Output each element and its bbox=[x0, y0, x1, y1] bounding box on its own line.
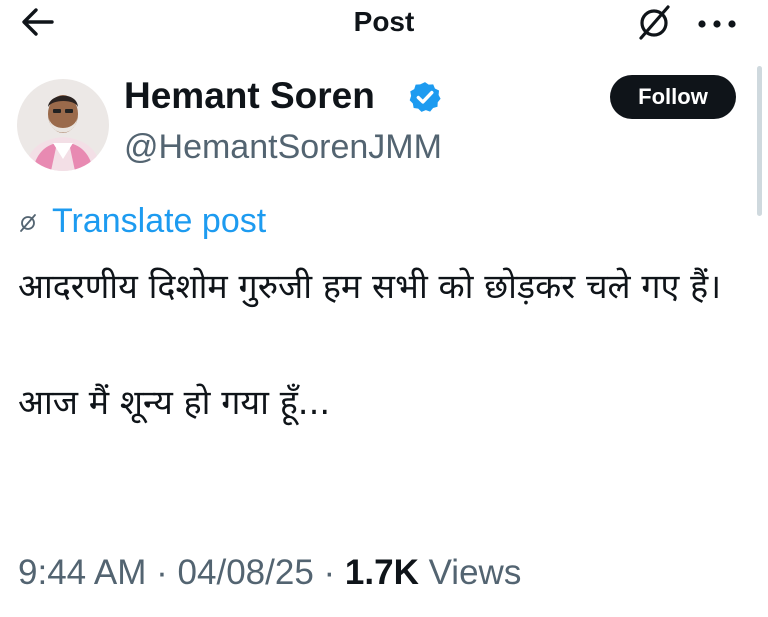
more-horizontal-icon bbox=[698, 20, 736, 28]
tweet-text: आदरणीय दिशोम गुरुजी हम सभी को छोड़कर चले… bbox=[18, 258, 753, 432]
tweet-paragraph: आज मैं शून्य हो गया हूँ... bbox=[18, 383, 331, 423]
author-handle[interactable]: @HemantSorenJMM bbox=[124, 127, 442, 167]
post-date[interactable]: 04/08/25 bbox=[178, 553, 314, 592]
author-name[interactable]: Hemant Soren bbox=[124, 74, 375, 118]
post-time[interactable]: 9:44 AM bbox=[18, 553, 146, 592]
verified-badge-icon bbox=[409, 82, 441, 112]
profile-photo bbox=[17, 79, 109, 171]
tweet-paragraph: आदरणीय दिशोम गुरुजी हम सभी को छोड़कर चले… bbox=[18, 267, 722, 307]
follow-button[interactable]: Follow bbox=[610, 75, 736, 119]
grok-icon bbox=[20, 214, 36, 232]
grok-button[interactable] bbox=[632, 2, 676, 42]
separator: · bbox=[323, 553, 336, 592]
top-bar: Post bbox=[0, 0, 768, 44]
views-count: 1.7K bbox=[344, 553, 419, 592]
scrollbar[interactable] bbox=[757, 66, 762, 216]
views-label: Views bbox=[428, 553, 522, 592]
post-metadata: 9:44 AM · 04/08/25 · 1.7K Views bbox=[18, 551, 521, 595]
avatar[interactable] bbox=[17, 79, 109, 171]
grok-icon bbox=[639, 5, 670, 40]
more-options-button[interactable] bbox=[690, 12, 744, 36]
separator: · bbox=[156, 553, 168, 592]
translate-post-label[interactable]: Translate post bbox=[52, 200, 266, 242]
